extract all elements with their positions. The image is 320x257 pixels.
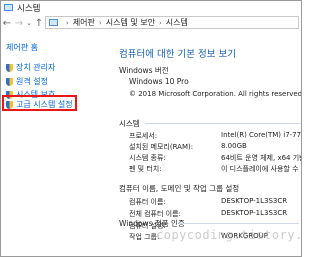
pen-touch-label: 펜 및 터치: — [129, 165, 162, 173]
windows-copyright: © 2018 Microsoft Corporation. All rights… — [129, 90, 302, 98]
section-divider — [179, 223, 299, 224]
computer-name-value: DESKTOP-1L3S3CR — [221, 197, 288, 205]
processor-label: 프로세서: — [129, 132, 158, 140]
computer-name-section-title: 컴퓨터 이름, 도메인 및 작업 그룹 설정 — [119, 184, 240, 193]
full-computer-name-value: DESKTOP-1L3S3CR — [221, 209, 288, 217]
system-window-icon — [4, 4, 13, 11]
shield-icon — [6, 63, 13, 72]
navigation-bar: ← → ⌄ ↑ › 제어판 › 시스템 및 보안 › 시스템 — [1, 15, 301, 31]
pen-touch-value: 이 디스플레이에 사용할 수 있는 펜 또는 터치식 입력이 없습니다. — [221, 165, 301, 173]
breadcrumb-separator-icon[interactable]: › — [159, 19, 162, 27]
sidebar-item-remote-settings[interactable]: 원격 설정 — [6, 76, 48, 87]
back-arrow-icon[interactable]: ← — [1, 16, 13, 30]
workgroup-label: 작업 그룹: — [129, 233, 160, 241]
page-title: 컴퓨터에 대한 기본 정보 보기 — [119, 49, 236, 60]
processor-value: Intel(R) Core(TM) i7-7700HQ CPU @ 2.80GH… — [221, 131, 302, 139]
forward-arrow-icon[interactable]: → — [13, 16, 25, 30]
breadcrumb-system-and-security[interactable]: 시스템 및 보안 — [106, 17, 155, 28]
watermark: copycoding.tistory.com — [156, 228, 302, 242]
sidebar-item-label: 고급 시스템 설정 — [16, 100, 73, 109]
sidebar-item-advanced-system-settings[interactable]: 고급 시스템 설정 — [6, 99, 73, 110]
computer-name-label: 컴퓨터 이름: — [129, 198, 166, 206]
sidebar-item-label: 장치 관리자 — [16, 63, 56, 72]
sidebar-item-device-manager[interactable]: 장치 관리자 — [6, 62, 55, 73]
memory-label: 설치된 메모리(RAM): — [129, 143, 194, 151]
breadcrumb-separator-icon[interactable]: › — [66, 19, 69, 27]
breadcrumb-separator-icon[interactable]: › — [99, 19, 102, 27]
system-section-title: 시스템 — [119, 119, 140, 128]
section-divider — [145, 123, 301, 124]
shield-icon — [6, 77, 13, 86]
address-bar[interactable]: › 제어판 › 시스템 및 보안 › 시스템 — [45, 16, 299, 29]
sidebar: 제어판 홈 장치 관리자 원격 설정 시스템 보호 고급 시스템 설정 — [1, 32, 89, 256]
sidebar-item-label: 원격 설정 — [16, 77, 48, 86]
memory-value: 8.00GB — [221, 142, 247, 150]
breadcrumb-control-panel[interactable]: 제어판 — [73, 17, 95, 28]
windows-edition-section-title: Windows 버전 — [119, 66, 169, 75]
control-panel-icon — [49, 19, 58, 26]
system-type-value: 64비트 운영 체제, x64 기반 프로세서 — [221, 154, 301, 162]
system-type-label: 시스템 종류: — [129, 154, 166, 162]
breadcrumb-system[interactable]: 시스템 — [166, 17, 188, 28]
title-bar: 시스템 — [1, 1, 301, 14]
shield-icon — [6, 100, 13, 109]
windows-edition-name: Windows 10 Pro — [129, 77, 189, 86]
up-arrow-icon[interactable]: ↑ — [33, 16, 45, 30]
control-panel-home-link[interactable]: 제어판 홈 — [6, 42, 38, 53]
system-window: 시스템 ← → ⌄ ↑ › 제어판 › 시스템 및 보안 › 시스템 제어판 홈… — [0, 0, 302, 257]
recent-pages-chevron-icon[interactable]: ⌄ — [25, 16, 33, 30]
window-title: 시스템 — [17, 3, 41, 14]
